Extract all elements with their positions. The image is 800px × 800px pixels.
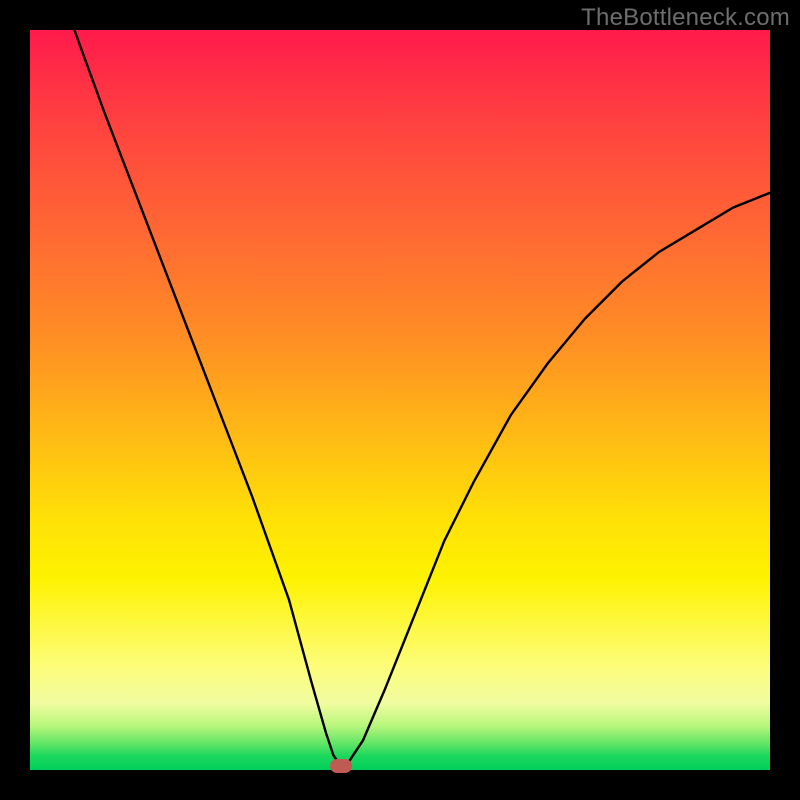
optimum-marker (330, 759, 352, 773)
watermark-text: TheBottleneck.com (581, 4, 790, 32)
chart-frame: TheBottleneck.com (0, 0, 800, 800)
bottleneck-curve (30, 30, 770, 770)
plot-area (30, 30, 770, 770)
